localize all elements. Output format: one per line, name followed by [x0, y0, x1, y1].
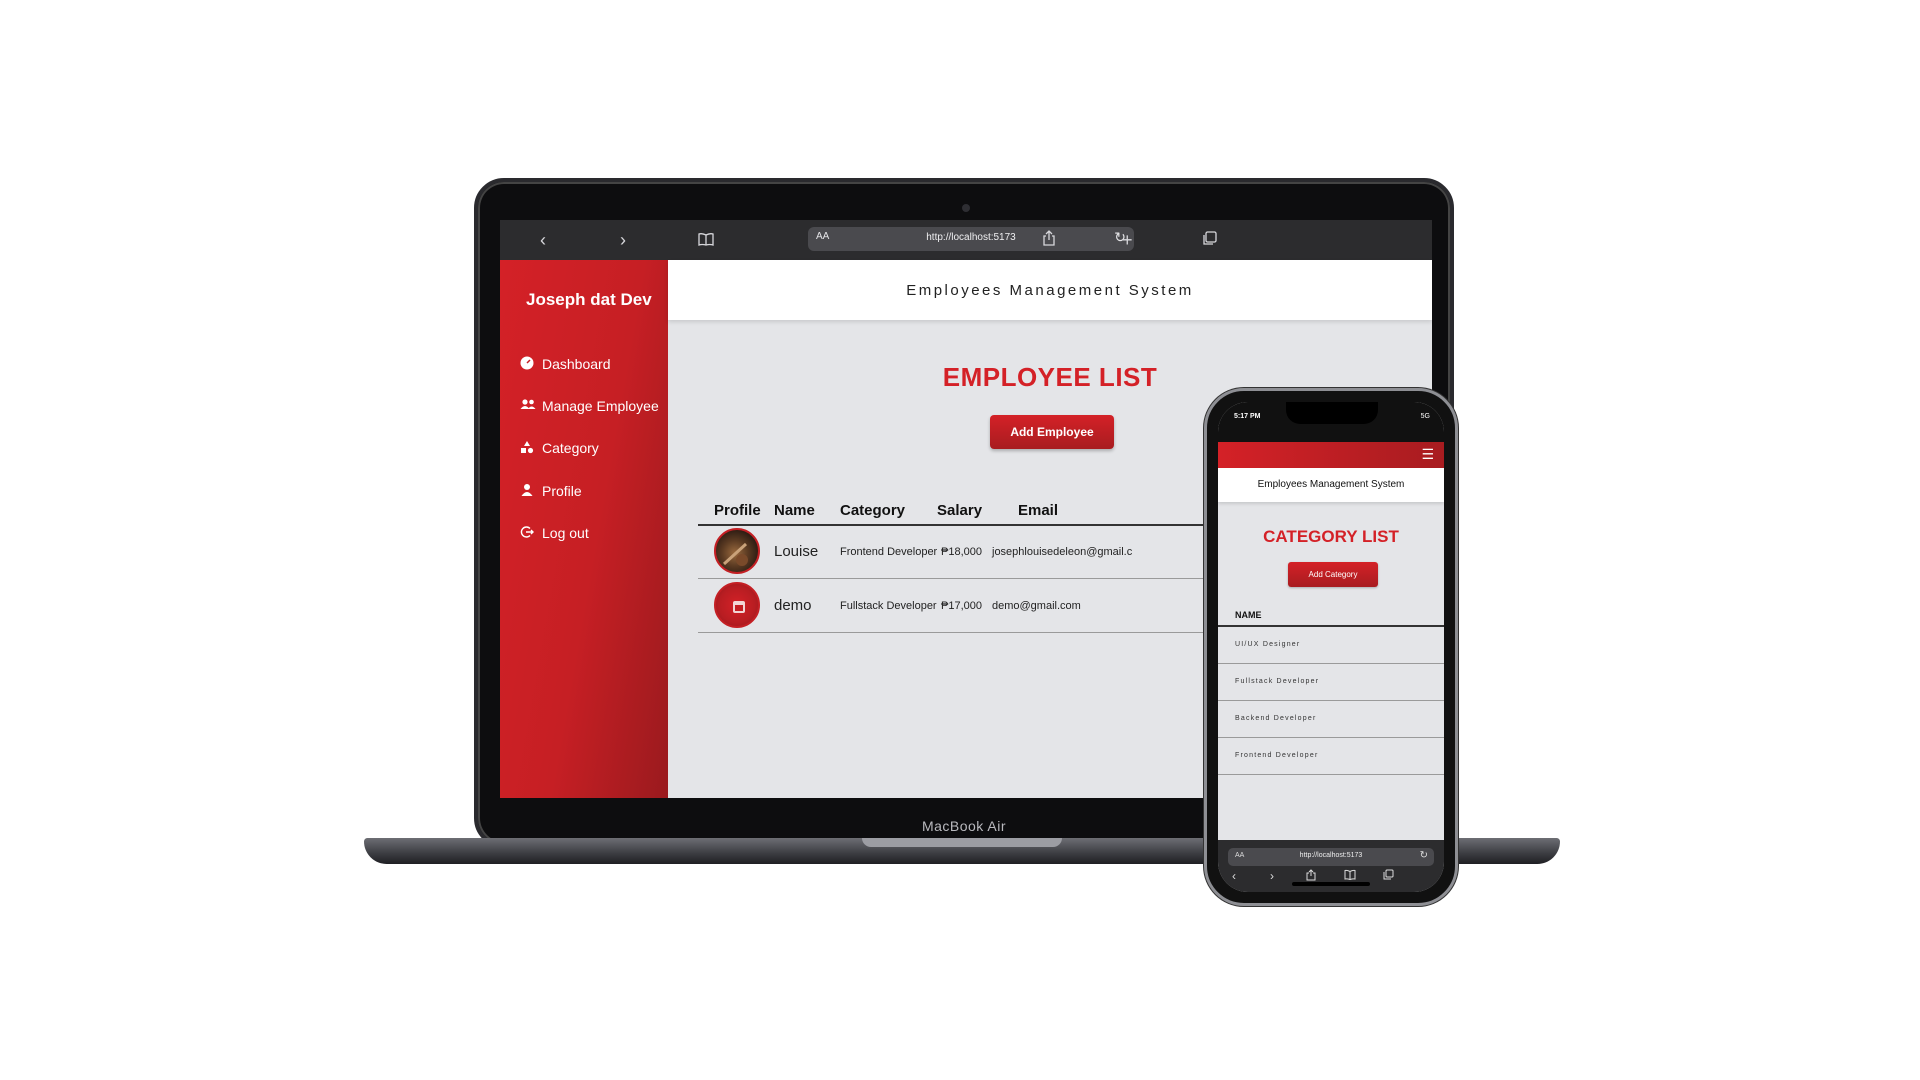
status-signal: 5G: [1420, 413, 1430, 420]
tabs-icon[interactable]: [1383, 869, 1394, 883]
col-header-category: Category: [840, 502, 906, 519]
category-name: Fullstack Developer: [1235, 678, 1320, 685]
sidebar-item-label: Manage Employee: [542, 398, 659, 414]
sidebar-item-label: Dashboard: [542, 356, 611, 372]
employee-email: josephlouisedeleon@gmail.c: [992, 546, 1133, 558]
tabs-icon[interactable]: [1202, 220, 1217, 260]
status-bar: 5:17 PM 5G: [1218, 402, 1444, 442]
app-title: Employees Management System: [906, 282, 1194, 299]
back-icon[interactable]: ‹: [1232, 869, 1236, 883]
app-header: Employees Management System: [668, 260, 1432, 320]
sidebar-item-profile[interactable]: Profile: [520, 483, 582, 499]
page-title: CATEGORY LIST: [1263, 527, 1399, 546]
hamburger-menu-icon[interactable]: ☰: [1421, 446, 1434, 463]
list-item: UI/UX Designer: [1218, 627, 1444, 664]
employee-name: demo: [774, 597, 812, 614]
col-header-name: Name: [774, 502, 815, 519]
app-title: Employees Management System: [1257, 479, 1405, 490]
new-tab-icon[interactable]: +: [1122, 220, 1133, 260]
laptop-camera: [962, 204, 970, 212]
bookmarks-icon[interactable]: [698, 220, 714, 260]
employee-salary: ₱17,000: [941, 600, 982, 612]
sidebar-item-label: Log out: [542, 525, 589, 541]
users-icon: [520, 398, 536, 414]
list-item: Frontend Developer: [1218, 738, 1444, 775]
url-text: http://localhost:5173: [926, 232, 1016, 243]
employee-name: Louise: [774, 543, 819, 560]
sidebar-item-label: Category: [542, 440, 599, 456]
dashboard-icon: [520, 356, 536, 372]
person-icon: [520, 483, 536, 499]
mobile-nav-bar: [1218, 442, 1444, 468]
employee-category: Frontend Developer: [840, 546, 938, 558]
back-icon[interactable]: ‹: [540, 220, 546, 260]
col-header-salary: Salary: [937, 502, 983, 519]
add-category-button[interactable]: Add Category: [1288, 562, 1378, 587]
phone-notch: [1286, 402, 1378, 424]
col-header-profile: Profile: [714, 502, 761, 519]
sidebar-item-logout[interactable]: Log out: [520, 525, 589, 541]
phone: 5:17 PM 5G ☰ Employees Management System…: [1204, 388, 1458, 906]
category-name: Frontend Developer: [1235, 752, 1319, 759]
mockup-stage: ‹ › AA http://localhost:5173 ↻ + Joseph …: [0, 0, 1920, 1080]
app-header: Employees Management System: [1218, 468, 1444, 502]
reload-icon[interactable]: ↻: [1420, 850, 1428, 861]
employee-email: demo@gmail.com: [992, 600, 1081, 612]
sidebar: Joseph dat Dev Dashboard Manage Employee: [500, 260, 668, 798]
forward-icon[interactable]: ›: [620, 220, 626, 260]
sidebar-item-category[interactable]: Category: [520, 440, 599, 456]
bookmarks-icon[interactable]: [1344, 869, 1356, 883]
list-item: Backend Developer: [1218, 701, 1444, 738]
employee-salary: ₱18,000: [941, 546, 982, 558]
forward-icon[interactable]: ›: [1270, 869, 1274, 883]
share-icon[interactable]: [1042, 220, 1056, 260]
avatar: [714, 582, 760, 628]
laptop-opening-notch: [862, 838, 1062, 847]
list-item: Fullstack Developer: [1218, 664, 1444, 701]
add-employee-button[interactable]: Add Employee: [990, 415, 1114, 449]
url-text: http://localhost:5173: [1299, 852, 1363, 859]
category-name: UI/UX Designer: [1235, 641, 1301, 648]
sidebar-item-manage-employee[interactable]: Manage Employee: [520, 398, 659, 414]
url-bar[interactable]: AA http://localhost:5173 ↻: [808, 227, 1134, 251]
col-header-email: Email: [1018, 502, 1059, 519]
url-bar[interactable]: AA http://localhost:5173 ↻: [1228, 848, 1434, 866]
col-header-name: NAME: [1235, 610, 1262, 620]
phone-screen: 5:17 PM 5G ☰ Employees Management System…: [1218, 402, 1444, 892]
shapes-icon: [520, 440, 536, 456]
logout-icon: [520, 525, 536, 541]
browser-toolbar: ‹ › AA http://localhost:5173 ↻ +: [500, 220, 1432, 260]
brand-name: Joseph dat Dev: [526, 290, 652, 309]
category-name: Backend Developer: [1235, 715, 1317, 722]
employee-category: Fullstack Developer: [840, 600, 937, 612]
avatar: [714, 528, 760, 574]
status-time: 5:17 PM: [1234, 413, 1261, 420]
sidebar-item-dashboard[interactable]: Dashboard: [520, 356, 611, 372]
home-indicator: [1292, 882, 1370, 886]
sidebar-item-label: Profile: [542, 483, 582, 499]
